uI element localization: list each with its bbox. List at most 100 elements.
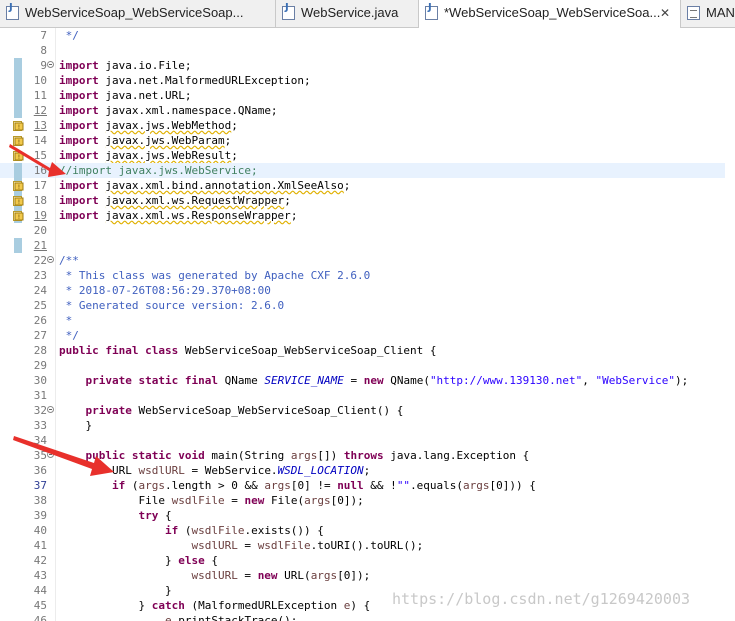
code-token: void <box>178 449 205 462</box>
code-line[interactable]: ! 14 import javax.jws.WebParam; <box>0 133 735 148</box>
code-token: File <box>59 494 172 507</box>
code-text: File wsdlFile = new File(args[0]); <box>59 493 364 508</box>
line-number: 19 <box>33 209 47 222</box>
tab-manifest[interactable]: MAN <box>681 0 735 27</box>
line-number: 8 <box>40 44 47 57</box>
code-line[interactable]: 39 try { <box>0 508 735 523</box>
code-line[interactable]: 7 */ <box>0 28 735 43</box>
code-line[interactable]: 12 import javax.xml.namespace.QName; <box>0 103 735 118</box>
code-line[interactable]: ! 15 import javax.jws.WebResult; <box>0 148 735 163</box>
code-line[interactable]: 20 <box>0 223 735 238</box>
code-line[interactable]: 30 private static final QName SERVICE_NA… <box>0 373 735 388</box>
fold-toggle-icon[interactable] <box>47 406 54 413</box>
code-line[interactable]: 16//import javax.jws.WebService; <box>0 163 735 178</box>
code-line[interactable]: 26 * <box>0 313 735 328</box>
code-line[interactable]: 46 e.printStackTrace(); <box>0 613 735 621</box>
line-number: 18 <box>33 194 47 207</box>
code-token: .toURI().toURL(); <box>310 539 424 552</box>
code-token: javax.xml.ws.RequestWrapper <box>105 194 285 207</box>
code-token: && ! <box>363 479 397 492</box>
code-text: try { <box>59 508 171 523</box>
code-line[interactable]: 22 /** <box>0 253 735 268</box>
code-line[interactable]: 10 import java.net.MalformedURLException; <box>0 73 735 88</box>
code-token: static <box>138 374 179 387</box>
code-line[interactable]: 37 if (args.length > 0 && args[0] != nul… <box>0 478 735 493</box>
code-token: ; <box>231 119 238 132</box>
red-arrow-annotation <box>9 144 66 177</box>
code-line[interactable]: 8 <box>0 43 735 58</box>
java-file-icon <box>6 2 19 20</box>
code-text: } catch (MalformedURLException e) { <box>59 598 370 613</box>
code-token: [0]); <box>330 494 364 507</box>
code-line[interactable]: 23 * This class was generated by Apache … <box>0 268 735 283</box>
code-token: QName( <box>383 374 430 387</box>
code-token: .length > 0 && <box>164 479 265 492</box>
code-token: import <box>59 179 99 192</box>
code-token: null <box>337 479 364 492</box>
code-token: java.lang.Exception { <box>383 449 530 462</box>
code-token: final <box>184 374 218 387</box>
code-token: java.io.File; <box>98 59 192 72</box>
fold-toggle-icon[interactable] <box>47 256 54 263</box>
code-line[interactable]: 27 */ <box>0 328 735 343</box>
code-line[interactable]: 25 * Generated source version: 2.6.0 <box>0 298 735 313</box>
code-text: import javax.jws.WebResult; <box>59 148 238 163</box>
code-line[interactable]: 40 if (wsdlFile.exists()) { <box>0 523 735 538</box>
line-number: 37 <box>33 479 47 492</box>
code-line[interactable]: ! 18 import javax.xml.ws.RequestWrapper; <box>0 193 735 208</box>
line-number: 33 <box>33 419 47 432</box>
code-token: = <box>224 494 245 507</box>
code-token: else <box>178 554 205 567</box>
code-line[interactable]: 21 <box>0 238 735 253</box>
line-number: 39 <box>33 509 47 522</box>
code-token: = WebService. <box>184 464 278 477</box>
code-token: new <box>257 569 278 582</box>
line-number: 45 <box>33 599 47 612</box>
code-token: new <box>244 494 265 507</box>
close-icon[interactable]: ✕ <box>660 0 670 26</box>
code-line[interactable]: 33 } <box>0 418 735 433</box>
code-token: import <box>59 59 99 72</box>
code-token: "" <box>396 479 411 492</box>
code-line[interactable]: 11 import java.net.URL; <box>0 88 735 103</box>
code-token: wsdlURL <box>191 569 238 582</box>
code-line[interactable]: 38 File wsdlFile = new File(args[0]); <box>0 493 735 508</box>
code-text: wsdlURL = wsdlFile.toURI().toURL(); <box>59 538 423 553</box>
code-token: ; <box>224 134 232 147</box>
tab-webservice-java[interactable]: WebService.java <box>276 0 419 27</box>
tab-client-java-active[interactable]: *WebServiceSoap_WebServiceSoa... ✕ <box>419 0 681 28</box>
code-editor[interactable]: 7 */8 9 import java.io.File; 10 import java.… <box>0 28 735 621</box>
code-line[interactable]: 24 * 2018-07-26T08:56:29.370+08:00 <box>0 283 735 298</box>
code-line[interactable]: 31 <box>0 388 735 403</box>
line-number: 11 <box>33 89 47 102</box>
code-line[interactable]: 42 } else { <box>0 553 735 568</box>
code-token: .exists()) { <box>244 524 324 537</box>
code-token: * Generated source version: 2.6.0 <box>59 299 285 312</box>
code-line[interactable]: ! 17 import javax.xml.bind.annotation.XmlS… <box>0 178 735 193</box>
code-token: javax.jws.WebMethod <box>105 119 232 132</box>
tab-client-java-1[interactable]: WebServiceSoap_WebServiceSoap... <box>0 0 276 27</box>
fold-toggle-icon[interactable] <box>47 61 54 68</box>
code-line[interactable]: 28 public final class WebServiceSoap_WebS… <box>0 343 735 358</box>
overview-ruler[interactable] <box>725 28 735 621</box>
code-line[interactable]: 43 wsdlURL = new URL(args[0]); <box>0 568 735 583</box>
line-number: 30 <box>33 374 47 387</box>
line-number: 10 <box>33 74 47 87</box>
code-text: } <box>59 583 172 598</box>
code-line[interactable]: 29 <box>0 358 735 373</box>
code-line[interactable]: ! 13 import javax.jws.WebMethod; <box>0 118 735 133</box>
line-number: 40 <box>33 524 47 537</box>
code-line[interactable]: 32 private WebServiceSoap_WebServiceSoap… <box>0 403 735 418</box>
code-token: args <box>310 569 338 582</box>
code-token: WSDL_LOCATION <box>277 464 364 477</box>
code-line[interactable]: 41 wsdlURL = wsdlFile.toURI().toURL(); <box>0 538 735 553</box>
code-token: { <box>204 554 218 567</box>
line-number: 7 <box>40 29 47 42</box>
code-text: import javax.xml.bind.annotation.XmlSeeA… <box>59 178 350 193</box>
line-number: 42 <box>33 554 47 567</box>
code-line[interactable]: ! 19 import javax.xml.ws.ResponseWrapper; <box>0 208 735 223</box>
code-line[interactable]: 9 import java.io.File; <box>0 58 735 73</box>
code-text: //import javax.jws.WebService; <box>59 163 258 178</box>
